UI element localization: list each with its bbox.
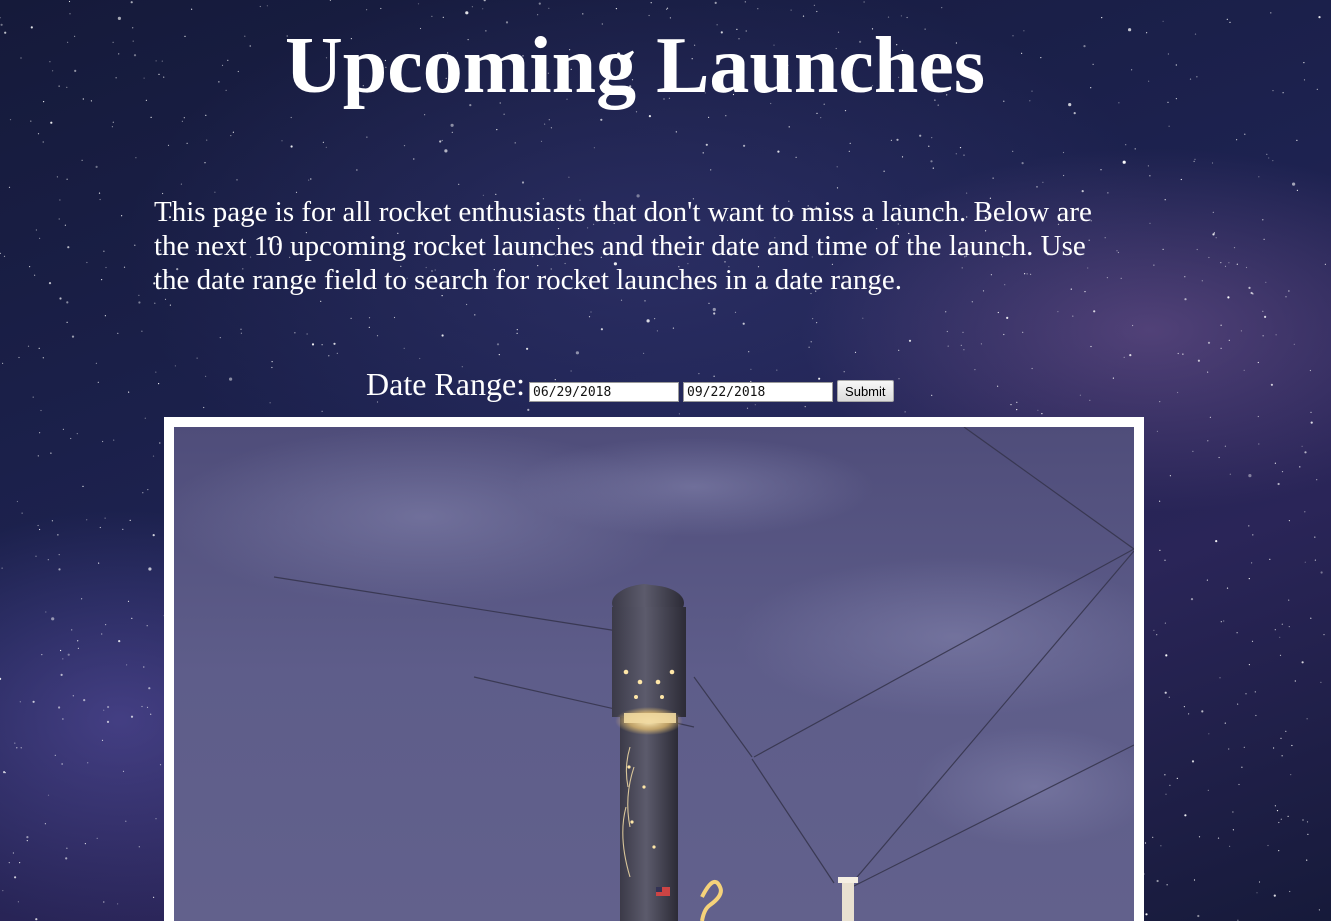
hero-image-frame xyxy=(164,417,1144,921)
page-title: Upcoming Launches xyxy=(284,22,986,110)
submit-button[interactable]: Submit xyxy=(837,380,894,402)
intro-paragraph: This page is for all rocket enthusiasts … xyxy=(154,196,1092,296)
end-date-input[interactable] xyxy=(683,382,834,402)
start-date-input[interactable] xyxy=(529,382,680,402)
date-range-form: Date Range: Submit xyxy=(366,362,894,402)
rocket-launch-image xyxy=(174,427,1134,921)
date-range-label: Date Range: xyxy=(366,366,526,402)
rocket-shape xyxy=(612,584,686,921)
